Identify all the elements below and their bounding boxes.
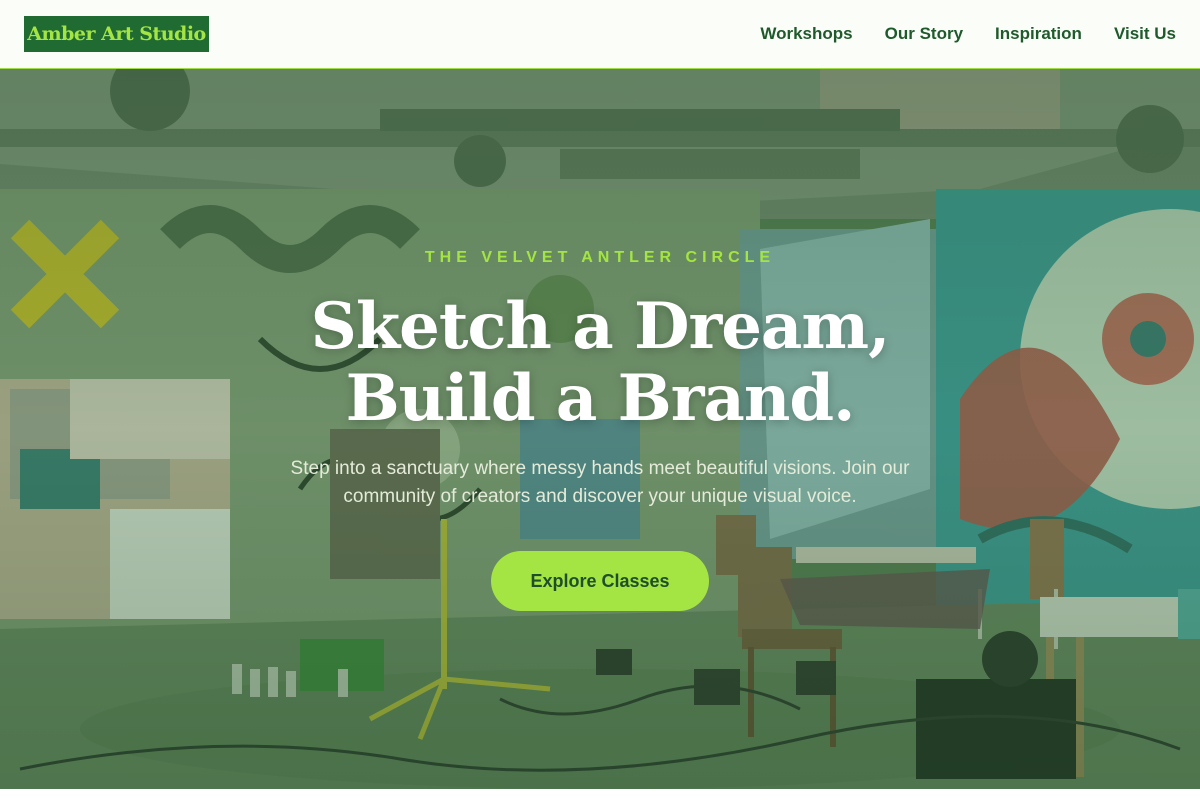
site-header: Amber Art Studio Workshops Our Story Ins… xyxy=(0,0,1200,69)
brand-logo[interactable]: Amber Art Studio xyxy=(24,16,209,52)
hero-content: THE VELVET ANTLER CIRCLE Sketch a Dream,… xyxy=(0,69,1200,789)
hero-eyebrow: THE VELVET ANTLER CIRCLE xyxy=(424,249,776,266)
hero-headline-line1: Sketch a Dream, xyxy=(310,289,891,364)
main-nav: Workshops Our Story Inspiration Visit Us xyxy=(760,0,1176,68)
hero-section: THE VELVET ANTLER CIRCLE Sketch a Dream,… xyxy=(0,69,1200,789)
hero-headline: Sketch a Dream, Build a Brand. xyxy=(0,291,1200,435)
hero-subtext: Step into a sanctuary where messy hands … xyxy=(290,458,910,507)
explore-classes-button[interactable]: Explore Classes xyxy=(491,551,709,611)
nav-link-inspiration[interactable]: Inspiration xyxy=(995,24,1082,44)
page-bottom-strip xyxy=(0,789,1200,800)
nav-link-visit-us[interactable]: Visit Us xyxy=(1114,24,1176,44)
hero-headline-line2: Build a Brand. xyxy=(345,361,856,436)
nav-link-workshops[interactable]: Workshops xyxy=(760,24,852,44)
nav-link-our-story[interactable]: Our Story xyxy=(885,24,963,44)
